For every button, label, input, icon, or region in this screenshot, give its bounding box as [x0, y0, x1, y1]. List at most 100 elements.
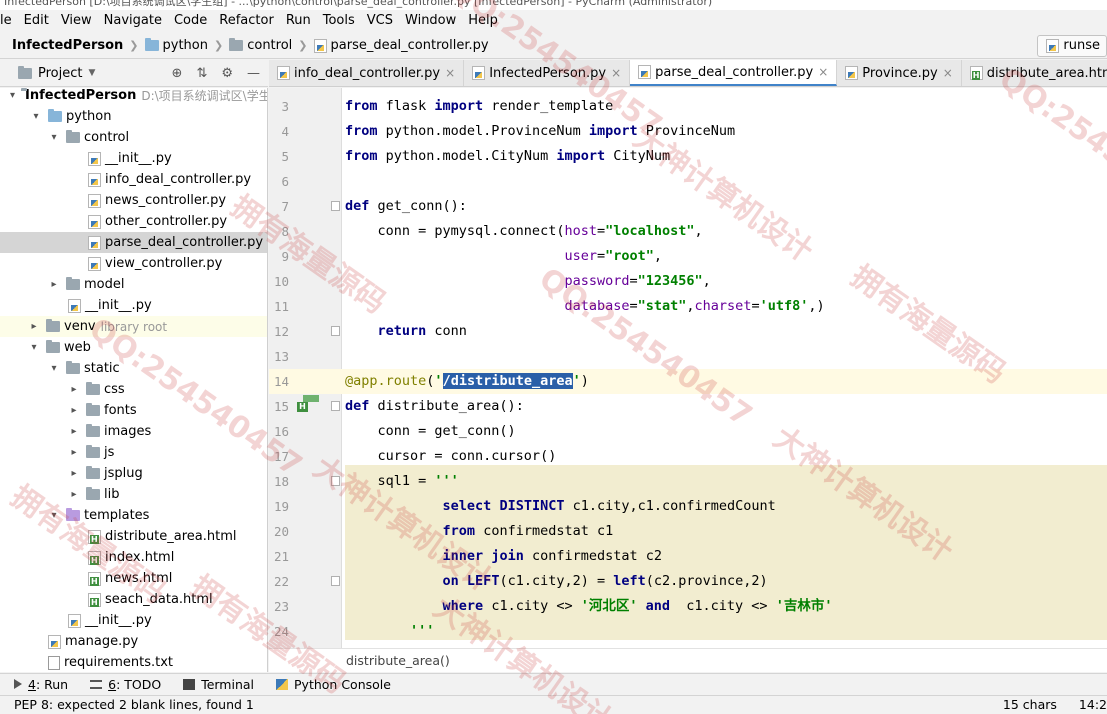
tree-item[interactable]: other_controller.py [0, 211, 267, 232]
fold-marker-icon[interactable] [331, 476, 340, 486]
tree-item[interactable]: ▾ control [0, 127, 267, 148]
chevron-down-icon[interactable]: ▾ [28, 342, 40, 353]
code-line[interactable]: 6 [269, 169, 1107, 194]
menu-vcs[interactable]: VCS [361, 10, 399, 32]
menu-navigate[interactable]: Navigate [98, 10, 168, 32]
code-line[interactable]: 12 return conn [269, 319, 1107, 344]
fold-marker-icon[interactable] [331, 326, 340, 336]
editor-tab[interactable]: InfectedPerson.py × [464, 60, 631, 86]
run-configuration-select[interactable]: runse [1037, 35, 1107, 57]
chevron-right-icon[interactable]: ▸ [68, 426, 80, 437]
fold-marker-icon[interactable] [331, 401, 340, 411]
tree-item[interactable]: info_deal_controller.py [0, 169, 267, 190]
tree-item[interactable]: ▸ lib [0, 484, 267, 505]
breadcrumb-folder-python[interactable]: python [144, 38, 208, 53]
close-icon[interactable]: × [445, 66, 455, 80]
tool-window-todo[interactable]: 6: TODO [90, 677, 161, 692]
code-line[interactable]: 7 def get_conn(): [269, 194, 1107, 219]
menu-run[interactable]: Run [280, 10, 317, 32]
tree-item[interactable]: news.html [0, 568, 267, 589]
code-line[interactable]: 14 @app.route('/distribute_area') [269, 369, 1107, 394]
chevron-right-icon[interactable]: ▸ [28, 321, 40, 332]
menu-help[interactable]: Help [462, 10, 504, 32]
chevron-right-icon[interactable]: ▸ [68, 468, 80, 479]
tree-item[interactable]: seach_data.html [0, 589, 267, 610]
code-line[interactable]: 20 from confirmedstat c1 [269, 519, 1107, 544]
code-line[interactable]: 13 [269, 344, 1107, 369]
tree-item[interactable]: ▾ web [0, 337, 267, 358]
tree-item[interactable]: ▸ model [0, 274, 267, 295]
tree-item[interactable]: index.html [0, 547, 267, 568]
code-editor[interactable]: 3 from flask import render_template 4 from … [269, 88, 1107, 648]
chevron-down-icon[interactable]: ▾ [30, 111, 42, 122]
tool-window-terminal[interactable]: Terminal [183, 677, 254, 692]
close-icon[interactable]: × [611, 66, 621, 80]
tree-item[interactable]: requirements.txt [0, 652, 267, 672]
menu-window[interactable]: Window [399, 10, 462, 32]
tree-item[interactable]: ▾ python [0, 106, 267, 127]
code-line[interactable]: 10 password="123456", [269, 269, 1107, 294]
menu-tools[interactable]: Tools [317, 10, 361, 32]
code-line[interactable]: 21 inner join confirmedstat c2 [269, 544, 1107, 569]
breadcrumb-folder-control[interactable]: control [229, 38, 292, 53]
breadcrumb-project[interactable]: InfectedPerson [12, 38, 123, 53]
tree-item[interactable]: ▸ jsplug [0, 463, 267, 484]
project-view-select[interactable]: Project [38, 66, 82, 81]
chevron-right-icon[interactable]: ▸ [68, 405, 80, 416]
gear-icon[interactable]: ⚙ [221, 66, 233, 81]
code-line[interactable]: 16 conn = get_conn() [269, 419, 1107, 444]
tool-window-run[interactable]: 4: Run [14, 677, 68, 692]
chevron-right-icon[interactable]: ▸ [48, 279, 60, 290]
code-line[interactable]: 19 select DISTINCT c1.city,c1.confirmedC… [269, 494, 1107, 519]
tree-item[interactable]: ▸ fonts [0, 400, 267, 421]
code-line[interactable]: 17 cursor = conn.cursor() [269, 444, 1107, 469]
tree-item[interactable]: view_controller.py [0, 253, 267, 274]
tree-item[interactable]: ▸ css [0, 379, 267, 400]
chevron-down-icon[interactable]: ▾ [48, 510, 60, 521]
tree-item[interactable]: news_controller.py [0, 190, 267, 211]
tool-window-python-console[interactable]: Python Console [276, 677, 391, 692]
tree-item[interactable]: __init__.py [0, 610, 267, 631]
tree-item[interactable]: ▸ images [0, 421, 267, 442]
chevron-down-icon[interactable]: ▼ [88, 68, 95, 78]
code-line[interactable]: 24 ''' [269, 619, 1107, 644]
tree-item[interactable]: ▾ templates [0, 505, 267, 526]
tree-item[interactable]: __init__.py [0, 295, 267, 316]
chevron-right-icon[interactable]: ▸ [68, 384, 80, 395]
hide-panel-icon[interactable]: — [247, 66, 260, 81]
chevron-right-icon[interactable]: ▸ [68, 489, 80, 500]
menu-refactor[interactable]: Refactor [213, 10, 280, 32]
editor-tab[interactable]: distribute_area.html× [961, 60, 1107, 86]
close-icon[interactable]: × [818, 65, 828, 79]
tree-item[interactable]: ▸ js [0, 442, 267, 463]
menu-code[interactable]: Code [168, 10, 213, 32]
fold-marker-icon[interactable] [331, 201, 340, 211]
tree-item[interactable]: ▾ static [0, 358, 267, 379]
tree-item[interactable]: __init__.py [0, 148, 267, 169]
fold-marker-icon[interactable] [331, 576, 340, 586]
code-line[interactable]: 9 user="root", [269, 244, 1107, 269]
tree-item[interactable]: manage.py [0, 631, 267, 652]
code-line[interactable]: 22 on LEFT(c1.city,2) = left(c2.province… [269, 569, 1107, 594]
code-line[interactable]: 8 conn = pymysql.connect(host="localhost… [269, 219, 1107, 244]
chevron-down-icon[interactable]: ▾ [10, 90, 15, 101]
tree-item[interactable]: parse_deal_controller.py [0, 232, 267, 253]
close-icon[interactable]: × [943, 66, 953, 80]
code-line[interactable]: 11 database="stat",charset='utf8',) [269, 294, 1107, 319]
code-line[interactable]: 23 where c1.city <> '河北区' and c1.city <>… [269, 594, 1107, 619]
editor-tab[interactable]: parse_deal_controller.py × [630, 60, 838, 86]
editor-tab[interactable]: info_deal_controller.py × [269, 60, 465, 86]
editor-breadcrumb[interactable]: distribute_area() [269, 648, 1107, 672]
menu-edit[interactable]: Edit [18, 10, 55, 32]
locate-icon[interactable]: ⊕ [172, 66, 183, 81]
code-line[interactable]: 15 def distribute_area(): [269, 394, 1107, 419]
tree-item[interactable]: distribute_area.html [0, 526, 267, 547]
chevron-down-icon[interactable]: ▾ [48, 132, 60, 143]
collapse-all-icon[interactable]: ⇅ [196, 66, 207, 81]
tree-item[interactable]: ▸ venv library root [0, 316, 267, 337]
code-line[interactable]: 4 from python.model.ProvinceNum import Pr… [269, 119, 1107, 144]
html-template-gutter-icon[interactable]: H [297, 394, 319, 414]
code-line[interactable]: 3 from flask import render_template [269, 94, 1107, 119]
chevron-down-icon[interactable]: ▾ [48, 363, 60, 374]
caret-position[interactable]: 14:2 [1079, 696, 1107, 714]
